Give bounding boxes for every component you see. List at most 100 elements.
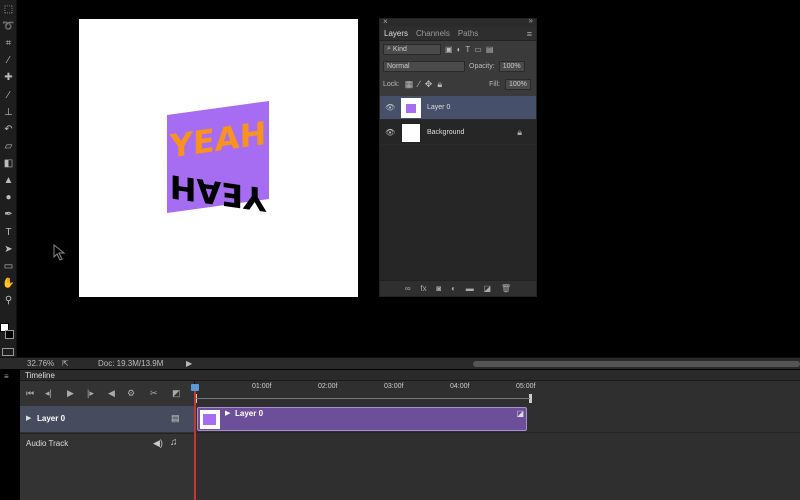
music-note-icon[interactable]: ♫ <box>170 437 178 448</box>
play-icon[interactable]: ▶ <box>67 388 74 399</box>
document-canvas[interactable]: YEAH YEAH <box>79 19 358 297</box>
layer-name: Layer 0 <box>427 104 451 111</box>
stamp-icon[interactable]: ⊥ <box>2 106 15 119</box>
audio-mute-icon[interactable]: ◀ <box>108 388 115 399</box>
ruler-label: 04:00f <box>450 383 470 390</box>
timeline-track-headers: ⏮ ◂| ▶ |▸ ◀ ⚙ ✂ ◩ ▶ Layer 0 ▤ Audio Trac… <box>20 381 195 500</box>
zoom-icon[interactable]: ⚲ <box>2 294 15 307</box>
status-menu-arrow-icon[interactable]: ▶ <box>186 359 192 368</box>
lock-label: Lock: <box>383 80 400 88</box>
opacity-label: Opacity: <box>469 62 495 70</box>
timeline-menu-icon[interactable]: ≡ <box>4 372 9 381</box>
tab-channels[interactable]: Channels <box>412 29 454 38</box>
timeline-title[interactable]: Timeline <box>25 371 55 380</box>
healing-icon[interactable]: ✚ <box>2 71 15 84</box>
collapse-icon[interactable]: » <box>529 16 533 25</box>
layers-panel: × » Layers Channels Paths ≡ ⌕ Kind ▣ ◐ T… <box>379 16 537 297</box>
filter-type-icon[interactable]: T <box>465 45 470 54</box>
zoom-level[interactable]: 32.76% <box>27 359 54 368</box>
filter-smart-icon[interactable]: ▤ <box>486 45 494 54</box>
layer-lock-icon: 🔒︎ <box>517 127 522 137</box>
new-layer-icon[interactable]: ◪ <box>484 284 492 293</box>
layers-list: 👁︎ Layer 0 👁︎ Background 🔒︎ <box>380 96 536 280</box>
gradient-icon[interactable]: ◧ <box>2 157 15 170</box>
opacity-field[interactable]: 100% <box>498 60 525 72</box>
clip-menu-icon[interactable]: ◪ <box>516 409 524 418</box>
work-area-bar <box>196 398 530 399</box>
tab-paths[interactable]: Paths <box>454 29 482 38</box>
previous-frame-icon[interactable]: ◂| <box>45 388 52 399</box>
quick-mask-icon[interactable] <box>2 348 14 356</box>
speaker-icon[interactable]: ◀) <box>153 438 163 449</box>
layers-bottom-toolbar: ∞ fx ◙ ◐ ▬ ◪ 🗑︎ <box>380 280 536 296</box>
playhead[interactable] <box>194 385 196 500</box>
tab-layers[interactable]: Layers <box>380 29 412 38</box>
brush-icon[interactable]: ∕ <box>2 89 15 102</box>
filter-adjustment-icon[interactable]: ◐ <box>457 45 462 54</box>
blur-icon[interactable]: ▲ <box>2 174 15 187</box>
panel-title-bar: × » <box>380 16 536 27</box>
ruler-label: 05:00f <box>516 383 536 390</box>
next-frame-icon[interactable]: |▸ <box>87 388 94 399</box>
clip-thumbnail <box>200 410 220 429</box>
doc-size: Doc: 19.3M/13.9M <box>98 359 164 368</box>
add-mask-icon[interactable]: ◙ <box>436 284 441 293</box>
pen-icon[interactable]: ✒ <box>2 208 15 221</box>
panel-tabs: Layers Channels Paths ≡ <box>380 27 536 41</box>
close-icon[interactable]: × <box>383 17 388 26</box>
filter-pixel-icon[interactable]: ▣ <box>445 45 453 54</box>
go-to-first-frame-icon[interactable]: ⏮ <box>26 388 34 399</box>
eraser-icon[interactable]: ▱ <box>2 140 15 153</box>
adjustment-layer-icon[interactable]: ◐ <box>451 284 456 293</box>
hand-icon[interactable]: ✋ <box>2 277 15 290</box>
lasso-icon[interactable]: ➰ <box>2 20 15 33</box>
eyedropper-icon[interactable]: ⁄ <box>2 54 15 67</box>
layer-thumbnail <box>401 97 421 118</box>
shape-icon[interactable]: ▭ <box>2 260 15 273</box>
lock-pixels-icon[interactable]: ∕ <box>418 79 420 89</box>
new-group-icon[interactable]: ▬ <box>466 284 474 293</box>
export-icon[interactable]: ⇱ <box>62 359 69 368</box>
lock-transparent-icon[interactable]: ▦ <box>405 79 414 90</box>
track-header-audio[interactable]: Audio Track ◀) ♫ <box>20 433 195 453</box>
track-header-layer0[interactable]: ▶ Layer 0 ▤ <box>20 406 195 432</box>
visibility-eye-icon[interactable]: 👁︎ <box>385 128 395 137</box>
clip-expand-arrow-icon[interactable]: ▶ <box>225 409 230 417</box>
layer-clip[interactable]: ▶ Layer 0 ◪ <box>197 407 527 431</box>
path-select-icon[interactable]: ➤ <box>2 243 15 256</box>
yeah-artwork: YEAH YEAH <box>167 101 269 213</box>
type-icon[interactable]: T <box>2 226 15 239</box>
filter-kind-select[interactable]: ⌕ Kind <box>383 43 441 55</box>
split-scissors-icon[interactable]: ✂ <box>150 388 158 399</box>
panel-menu-icon[interactable]: ≡ <box>527 29 532 39</box>
crop-icon[interactable]: ⌗ <box>2 37 15 50</box>
lock-all-icon[interactable]: 🔒︎ <box>437 79 442 90</box>
layer-name: Background <box>427 129 465 136</box>
playhead-handle[interactable] <box>191 384 199 391</box>
dodge-icon[interactable]: ● <box>2 191 15 204</box>
time-ruler[interactable]: 01:00f 02:00f 03:00f 04:00f 05:00f <box>196 381 800 395</box>
marquee-icon[interactable]: ⬚ <box>2 3 15 16</box>
visibility-eye-icon[interactable]: 👁︎ <box>385 103 395 112</box>
background-color-swatch[interactable] <box>5 330 14 339</box>
film-strip-icon[interactable]: ▤ <box>171 413 180 424</box>
audio-track-lane[interactable] <box>195 432 800 452</box>
horizontal-scrollbar[interactable] <box>473 361 800 367</box>
blend-mode-select[interactable]: Normal <box>383 60 465 72</box>
layer-thumbnail <box>401 122 421 143</box>
lock-position-icon[interactable]: ✥ <box>425 79 433 90</box>
settings-gear-icon[interactable]: ⚙ <box>127 388 135 399</box>
history-brush-icon[interactable]: ↶ <box>2 123 15 136</box>
fx-icon[interactable]: fx <box>420 284 426 293</box>
filter-shape-icon[interactable]: ▭ <box>474 45 482 54</box>
delete-layer-icon[interactable]: 🗑︎ <box>501 284 511 293</box>
transition-icon[interactable]: ◩ <box>172 388 181 399</box>
ruler-label: 01:00f <box>252 383 272 390</box>
status-bar: 32.76% ⇱ Doc: 19.3M/13.9M ▶ <box>0 357 800 369</box>
expand-arrow-icon[interactable]: ▶ <box>26 414 31 422</box>
layer-row-background[interactable]: 👁︎ Background 🔒︎ <box>380 121 536 145</box>
timeline-panel: ⏮ ◂| ▶ |▸ ◀ ⚙ ✂ ◩ ▶ Layer 0 ▤ Audio Trac… <box>20 381 800 500</box>
layer-row-layer0[interactable]: 👁︎ Layer 0 <box>380 96 536 120</box>
fill-field[interactable]: 100% <box>505 78 531 90</box>
link-layers-icon[interactable]: ∞ <box>405 284 411 293</box>
